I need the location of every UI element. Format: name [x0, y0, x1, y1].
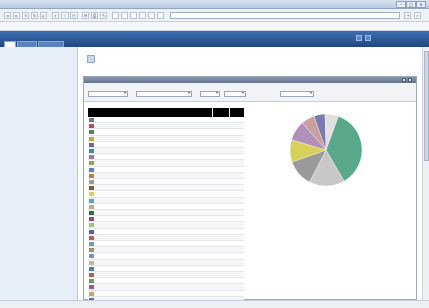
toolbar-button[interactable] — [121, 12, 128, 19]
maximize-button[interactable]: □ — [406, 1, 416, 8]
color-swatch — [89, 161, 94, 166]
color-swatch — [89, 223, 94, 228]
toolbar-button[interactable] — [139, 12, 146, 19]
color-swatch — [89, 242, 94, 246]
address-bar[interactable] — [170, 12, 400, 19]
close-panel-icon[interactable] — [408, 78, 412, 82]
edit-icon[interactable]: ✎ — [100, 12, 108, 19]
toolbar-button[interactable] — [157, 12, 164, 19]
color-swatch — [89, 235, 94, 240]
status-bar — [0, 300, 429, 308]
print-icon[interactable]: ⎙ — [91, 12, 99, 19]
toolbar-menu-button[interactable]: » — [414, 12, 421, 19]
column-header[interactable] — [213, 108, 229, 117]
color-swatch — [89, 198, 94, 203]
filter-select[interactable] — [136, 91, 192, 97]
color-swatch — [89, 130, 94, 135]
app-header — [0, 31, 429, 47]
browser-toolbar: ◂ ▸ × ↻ ⌂ ⌕ ☆ ◷ ✉ ⎙ ✎ → » — [0, 9, 429, 22]
vertical-scrollbar[interactable] — [422, 47, 429, 300]
home-icon[interactable]: ⌂ — [40, 12, 47, 19]
color-swatch — [89, 260, 94, 265]
back-icon[interactable]: ◂ — [4, 12, 11, 19]
column-header[interactable] — [88, 108, 212, 117]
search-icon[interactable]: ⌕ — [52, 12, 59, 19]
color-swatch — [89, 266, 94, 271]
color-swatch — [89, 254, 94, 259]
toolbar-button[interactable] — [112, 12, 119, 19]
color-swatch — [89, 291, 94, 296]
color-swatch — [89, 149, 94, 153]
color-swatch — [89, 211, 94, 215]
color-swatch — [89, 167, 94, 172]
color-swatch — [89, 180, 94, 184]
links-bar — [0, 22, 429, 31]
color-swatch — [89, 118, 94, 122]
filter-select[interactable] — [224, 91, 246, 97]
column-header[interactable] — [230, 108, 244, 117]
color-swatch — [89, 124, 94, 129]
filter-select[interactable] — [88, 91, 128, 97]
minimize-button[interactable]: – — [396, 1, 406, 8]
color-swatch — [89, 285, 94, 290]
sidebar-nav — [0, 47, 78, 300]
color-swatch — [89, 229, 94, 234]
toolbar-button[interactable] — [130, 12, 137, 19]
color-swatch — [89, 136, 94, 141]
color-swatch — [89, 217, 94, 222]
filter-select[interactable] — [200, 91, 220, 97]
refresh-icon[interactable]: ↻ — [31, 12, 39, 19]
color-swatch — [89, 204, 94, 209]
close-button[interactable]: × — [416, 1, 426, 8]
help-icon[interactable] — [356, 35, 362, 41]
filter-select[interactable] — [280, 91, 314, 97]
go-button[interactable]: → — [404, 12, 412, 19]
color-swatch — [89, 173, 94, 178]
browser-title-bar: – □ × — [0, 0, 429, 9]
main-content — [79, 47, 422, 308]
pie-chart — [289, 113, 363, 187]
report-icon — [87, 55, 95, 63]
color-swatch — [89, 142, 94, 147]
favorites-icon[interactable]: ☆ — [61, 12, 69, 19]
forward-icon[interactable]: ▸ — [13, 12, 20, 19]
color-swatch — [89, 279, 94, 284]
color-swatch — [89, 155, 94, 160]
history-icon[interactable]: ◷ — [70, 12, 78, 19]
color-swatch — [89, 273, 94, 277]
filter-row — [84, 83, 416, 102]
stop-icon[interactable]: × — [22, 12, 30, 19]
mail-icon[interactable]: ✉ — [82, 12, 90, 19]
toolbar-button[interactable] — [148, 12, 155, 19]
color-swatch — [89, 186, 94, 191]
color-swatch — [89, 248, 94, 253]
collapse-icon[interactable] — [402, 78, 406, 82]
scrollbar-thumb[interactable] — [424, 51, 429, 161]
settings-icon[interactable] — [365, 35, 371, 41]
color-swatch — [89, 192, 94, 197]
